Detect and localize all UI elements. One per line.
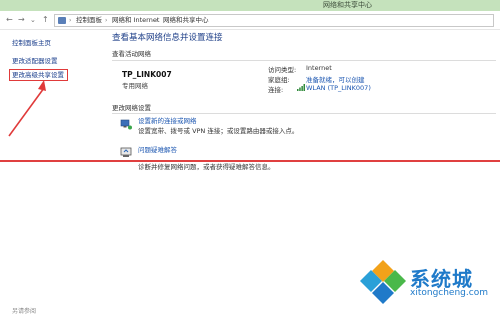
troubleshoot-desc: 诊断并修复网络问题，或者获得疑难解答信息。: [138, 163, 275, 171]
active-networks-header: 查看活动网络: [112, 50, 151, 58]
homegroup-link[interactable]: 准备就绪，可以创建: [306, 74, 365, 84]
breadcrumb-control-panel[interactable]: 控制面板: [76, 15, 102, 26]
breadcrumb[interactable]: › 控制面板 › 网络和 Internet › 网络和共享中心: [54, 14, 494, 27]
sidebar-item-change-adapter-settings[interactable]: 更改适配器设置: [12, 57, 58, 66]
address-toolbar: ← → ⌄ ↑ › 控制面板 › 网络和 Internet › 网络和共享中心: [0, 11, 500, 30]
forward-arrow-icon[interactable]: →: [18, 15, 25, 25]
window: 网络和共享中心 ← → ⌄ ↑ › 控制面板 › 网络和 Internet › …: [0, 0, 500, 315]
divider: [112, 60, 496, 61]
sidebar-item-control-panel-home[interactable]: 控制面板主页: [12, 39, 51, 48]
window-title: 网络和共享中心: [323, 1, 372, 9]
setup-new-connection-desc: 设置宽带、拨号或 VPN 连接；或设置路由器或接入点。: [138, 127, 299, 135]
troubleshoot-link[interactable]: 问题疑难解答: [138, 146, 177, 155]
highlight-box: [9, 69, 68, 81]
page-title: 查看基本网络信息并设置连接: [112, 33, 223, 43]
homegroup-label: 家庭组:: [268, 76, 290, 84]
breadcrumb-network-internet[interactable]: 网络和 Internet: [112, 15, 159, 26]
connection-link[interactable]: WLAN (TP_LINK007): [306, 84, 371, 92]
back-arrow-icon[interactable]: ←: [6, 15, 13, 25]
network-name: TP_LINK007: [122, 70, 172, 79]
divider: [112, 113, 496, 114]
connections-label: 连接:: [268, 86, 284, 94]
new-connection-icon: [120, 119, 132, 130]
title-bar: 网络和共享中心: [0, 0, 500, 11]
access-type-value: Internet: [306, 64, 332, 72]
access-type-label: 访问类型:: [268, 66, 297, 74]
annotation-underline: [0, 160, 500, 162]
up-arrow-icon[interactable]: ↑: [42, 15, 49, 25]
breadcrumb-separator[interactable]: ›: [69, 15, 71, 26]
setup-new-connection-link[interactable]: 设置新的连接或网络: [138, 117, 197, 126]
troubleshoot-icon: [120, 147, 132, 157]
breadcrumb-separator[interactable]: ›: [156, 15, 158, 26]
see-also-label: 另请参阅: [12, 308, 37, 315]
wifi-signal-icon: [297, 84, 305, 91]
control-panel-icon: [58, 17, 66, 24]
recent-dropdown-icon[interactable]: ⌄: [30, 15, 36, 25]
breadcrumb-network-sharing-center[interactable]: 网络和共享中心: [163, 15, 209, 26]
network-type: 专用网络: [122, 82, 148, 90]
watermark-logo-icon: [360, 260, 406, 304]
change-settings-header: 更改网络设置: [112, 104, 151, 112]
breadcrumb-separator[interactable]: ›: [105, 15, 107, 26]
watermark-url: xitongcheng.com: [410, 288, 488, 298]
